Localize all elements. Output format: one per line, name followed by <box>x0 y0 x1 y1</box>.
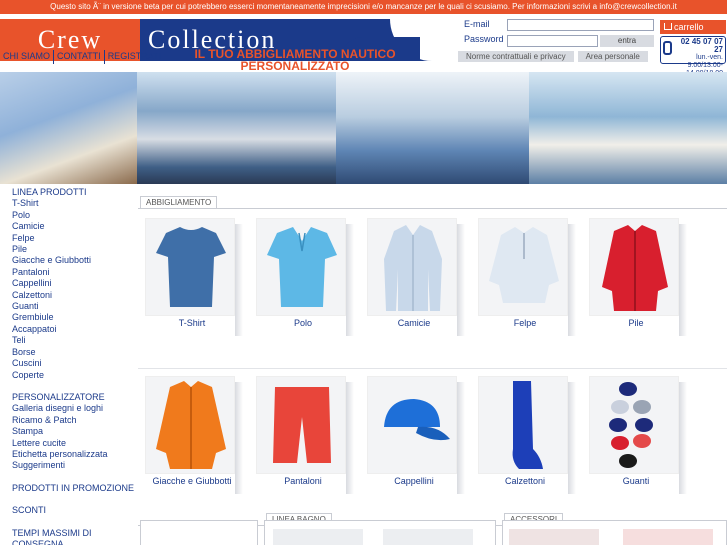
product-label-felpe[interactable]: Felpe <box>475 318 575 328</box>
banner-photo-family <box>336 72 529 184</box>
section-tab-clothing[interactable]: ABBIGLIAMENTO <box>140 196 218 208</box>
product-photo-giacche[interactable] <box>145 376 235 474</box>
sidebar-item-felpe[interactable]: Felpe <box>12 233 138 244</box>
sidebar-item-galleria[interactable]: Galleria disegni e loghi <box>12 403 138 414</box>
row-divider <box>138 368 727 369</box>
account-links: Norme contrattuali e privacy Area person… <box>458 51 648 62</box>
sidebar-delivery-link[interactable]: TEMPI MASSIMI DI CONSEGNA <box>12 528 122 545</box>
banner-photo-couple <box>529 72 727 184</box>
terms-link[interactable]: Norme contrattuali e privacy <box>458 51 574 62</box>
phone-days: lun.-ven. <box>696 54 723 61</box>
slogan: IL TUO ABBIGLIAMENTO NAUTICO PERSONALIZZ… <box>194 47 396 73</box>
email-label: E-mail <box>464 19 490 29</box>
product-photo-calzettoni[interactable] <box>478 376 568 474</box>
product-label-pantaloni[interactable]: Pantaloni <box>253 476 353 486</box>
login-button[interactable]: entra <box>600 35 654 47</box>
sidebar-item-teli[interactable]: Teli <box>12 335 138 346</box>
sidebar-item-camicie[interactable]: Camicie <box>12 221 138 232</box>
sidebar-title-personalizzatore[interactable]: PERSONALIZZATORE <box>12 392 138 403</box>
sidebar-promo-link[interactable]: PRODOTTI IN PROMOZIONE <box>12 483 138 494</box>
product-photo-polo[interactable] <box>256 218 346 316</box>
product-label-tshirt[interactable]: T-Shirt <box>142 318 242 328</box>
banner-photo-crew-winch <box>137 72 336 184</box>
product-card-pantaloni[interactable]: Pantaloni <box>253 376 354 494</box>
product-label-pile[interactable]: Pile <box>586 318 686 328</box>
sidebar-item-accappatoi[interactable]: Accappatoi <box>12 324 138 335</box>
product-photo-cappellini[interactable] <box>367 376 457 474</box>
password-label: Password <box>464 34 504 44</box>
banner-photo-sailing-child <box>0 72 137 184</box>
banner-photos <box>0 72 727 184</box>
sidebar-item-polo[interactable]: Polo <box>12 210 138 221</box>
cart-label: carrello <box>674 22 704 32</box>
sidebar-item-stampa[interactable]: Stampa <box>12 426 138 437</box>
sidebar: LINEA PRODOTTI T-Shirt Polo Camicie Felp… <box>0 184 138 545</box>
sidebar-item-tshirt[interactable]: T-Shirt <box>12 198 138 209</box>
product-label-polo[interactable]: Polo <box>253 318 353 328</box>
sidebar-item-cappellini[interactable]: Cappellini <box>12 278 138 289</box>
sidebar-item-guanti[interactable]: Guanti <box>12 301 138 312</box>
product-card-cappellini[interactable]: Cappellini <box>364 376 465 494</box>
password-field[interactable] <box>507 35 598 47</box>
sidebar-title-linea-prodotti[interactable]: LINEA PRODOTTI <box>12 187 138 198</box>
accessory-photo-2[interactable] <box>623 529 713 545</box>
product-card-tshirt[interactable]: T-Shirt <box>142 218 243 336</box>
sidebar-item-calzettoni[interactable]: Calzettoni <box>12 290 138 301</box>
bottom-section-accessories <box>502 520 727 545</box>
bath-product-photo-1[interactable] <box>273 529 363 545</box>
product-photo-pantaloni[interactable] <box>256 376 346 474</box>
product-label-calzettoni[interactable]: Calzettoni <box>475 476 575 486</box>
beta-notice: Questo sito Ã¨ in versione beta per cui … <box>0 0 727 14</box>
header: Crew Collection CHI SIAMO CONTATTI REGIS… <box>0 14 727 77</box>
product-card-giacche[interactable]: Giacche e Giubbotti <box>142 376 243 494</box>
bottom-section-bath <box>264 520 496 545</box>
bath-product-photo-2[interactable] <box>383 529 473 545</box>
product-card-polo[interactable]: Polo <box>253 218 354 336</box>
product-card-pile[interactable]: Pile <box>586 218 687 336</box>
nav-chi-siamo[interactable]: CHI SIAMO <box>0 50 55 64</box>
accessory-photo-1[interactable] <box>509 529 599 545</box>
cart-icon <box>664 23 672 30</box>
product-label-guanti[interactable]: Guanti <box>586 476 686 486</box>
phone-number: 02 45 07 07 27 <box>680 37 723 54</box>
product-label-camicie[interactable]: Camicie <box>364 318 464 328</box>
product-photo-pile[interactable] <box>589 218 679 316</box>
product-photo-camicie[interactable] <box>367 218 457 316</box>
product-photo-guanti[interactable] <box>589 376 679 474</box>
sidebar-item-pantaloni[interactable]: Pantaloni <box>12 267 138 278</box>
product-card-calzettoni[interactable]: Calzettoni <box>475 376 576 494</box>
sidebar-item-pile[interactable]: Pile <box>12 244 138 255</box>
product-label-giacche[interactable]: Giacche e Giubbotti <box>142 476 242 486</box>
sidebar-item-suggerimenti[interactable]: Suggerimenti <box>12 460 138 471</box>
product-card-felpe[interactable]: Felpe <box>475 218 576 336</box>
sidebar-item-coperte[interactable]: Coperte <box>12 370 138 381</box>
cart-button[interactable]: carrello <box>660 20 726 34</box>
product-photo-felpe[interactable] <box>478 218 568 316</box>
section-divider-clothing <box>138 208 727 209</box>
product-card-camicie[interactable]: Camicie <box>364 218 465 336</box>
product-card-guanti[interactable]: Guanti <box>586 376 687 494</box>
sidebar-item-ricamo[interactable]: Ricamo & Patch <box>12 415 138 426</box>
email-field[interactable] <box>507 19 654 31</box>
sidebar-item-lettere[interactable]: Lettere cucite <box>12 438 138 449</box>
nav-registrati[interactable]: REGISTRATI <box>105 50 164 64</box>
bottom-section-left <box>140 520 258 545</box>
sidebar-item-cuscini[interactable]: Cuscini <box>12 358 138 369</box>
sidebar-discounts-link[interactable]: SCONTI <box>12 505 138 516</box>
phone-box: 02 45 07 07 27 lun.-ven. 9.00/13.00-14.0… <box>660 36 726 77</box>
sidebar-item-etichetta[interactable]: Etichetta personalizzata <box>12 449 138 460</box>
sidebar-item-borse[interactable]: Borse <box>12 347 138 358</box>
sidebar-item-grembiule[interactable]: Grembiule <box>12 312 138 323</box>
nav-contatti[interactable]: CONTATTI <box>54 50 105 64</box>
product-photo-tshirt[interactable] <box>145 218 235 316</box>
product-label-cappellini[interactable]: Cappellini <box>364 476 464 486</box>
account-area-link[interactable]: Area personale <box>577 51 648 62</box>
sidebar-item-giacche[interactable]: Giacche e Giubbotti <box>12 255 138 266</box>
top-nav: CHI SIAMO CONTATTI REGISTRATI <box>0 50 164 64</box>
phone-icon <box>663 41 672 55</box>
